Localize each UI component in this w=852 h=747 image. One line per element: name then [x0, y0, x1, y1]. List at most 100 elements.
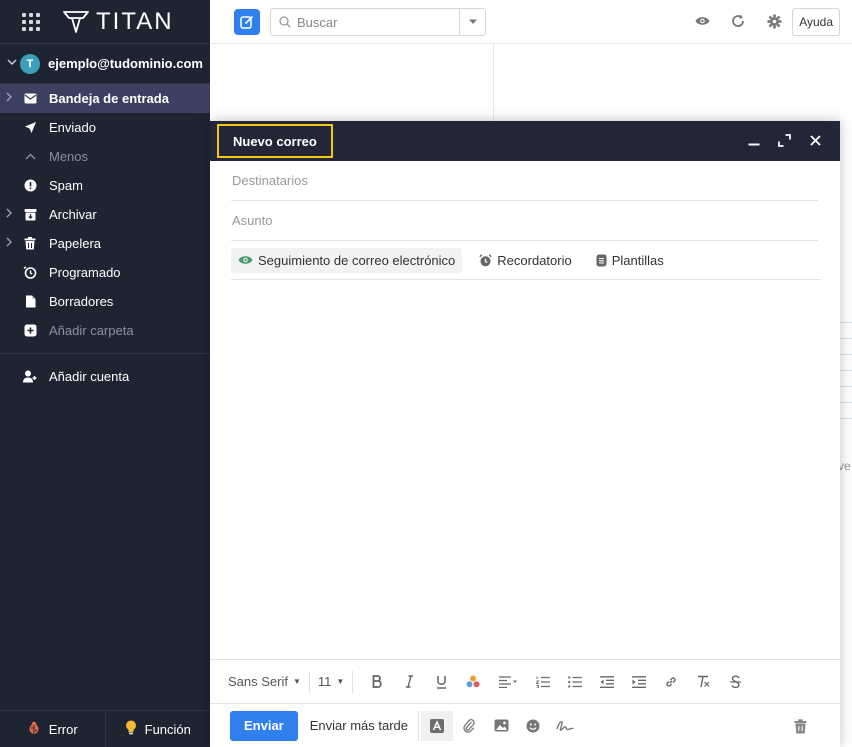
apps-grid-icon[interactable]: [22, 12, 40, 31]
eye-icon: [238, 255, 253, 265]
folder-list: Bandeja de entrada Enviado Menos Spam Ar…: [0, 84, 210, 345]
numbered-list-button[interactable]: [527, 670, 559, 694]
search-options-dropdown[interactable]: [459, 9, 485, 35]
chevron-right-icon[interactable]: [6, 208, 12, 221]
eye-toggle-button[interactable]: [693, 12, 711, 30]
error-label: Error: [48, 721, 78, 737]
caret-down-icon: ▼: [292, 677, 301, 686]
chevron-right-icon[interactable]: [6, 92, 12, 105]
compose-icon: [240, 15, 254, 29]
text-color-button[interactable]: [457, 670, 489, 694]
email-tracking-toggle[interactable]: Seguimiento de correo electrónico: [231, 247, 463, 273]
sidebar-item-spam[interactable]: Spam: [0, 171, 210, 200]
insert-image-button[interactable]: [485, 711, 517, 741]
add-account-button[interactable]: Añadir cuenta: [0, 354, 210, 398]
font-size-select[interactable]: 11 ▼: [318, 674, 344, 689]
reminder-button[interactable]: Recordatorio: [472, 248, 578, 273]
feature-request-button[interactable]: Función: [104, 711, 211, 747]
add-folder-icon: [23, 324, 37, 338]
toolbar-divider: [352, 670, 354, 693]
emoji-icon: [526, 719, 540, 732]
settings-button[interactable]: [765, 12, 783, 30]
sidebar-item-archive[interactable]: Archivar: [0, 200, 210, 229]
send-later-button[interactable]: Enviar más tarde: [310, 718, 408, 733]
insert-link-button[interactable]: [655, 670, 687, 694]
sidebar-item-label: Programado: [49, 265, 121, 280]
discard-button[interactable]: [784, 711, 816, 741]
alarm-clock-icon: [479, 253, 492, 267]
bullet-list-button[interactable]: [559, 670, 591, 694]
chevron-down-icon[interactable]: [6, 58, 18, 69]
sidebar-item-less[interactable]: Menos: [0, 142, 210, 171]
sidebar-item-drafts[interactable]: Borradores: [0, 287, 210, 316]
error-report-button[interactable]: Error: [0, 711, 105, 747]
font-family-select[interactable]: Sans Serif ▼: [228, 674, 301, 689]
sidebar-item-scheduled[interactable]: Programado: [0, 258, 210, 287]
add-user-icon: [23, 369, 37, 383]
align-button[interactable]: [489, 670, 527, 694]
bold-button[interactable]: [361, 670, 393, 694]
outdent-button[interactable]: [591, 670, 623, 694]
indent-button[interactable]: [623, 670, 655, 694]
link-icon: [666, 676, 677, 687]
sidebar-item-inbox[interactable]: Bandeja de entrada: [0, 84, 210, 113]
alert-icon: [23, 179, 37, 193]
align-left-icon: [499, 675, 518, 688]
signature-button[interactable]: [549, 711, 581, 741]
sidebar-item-label: Papelera: [49, 236, 102, 251]
trash-icon: [794, 718, 806, 733]
search-input[interactable]: [297, 14, 457, 30]
paperclip-icon: [463, 719, 475, 733]
subject-field[interactable]: [231, 201, 818, 241]
search-box[interactable]: [270, 8, 486, 36]
clear-formatting-button[interactable]: [687, 670, 719, 694]
caret-down-icon: ▼: [336, 677, 345, 686]
refresh-icon: [732, 14, 744, 27]
caret-down-icon: [468, 19, 477, 24]
email-tracking-label: Seguimiento de correo electrónico: [258, 252, 456, 268]
strikethrough-button[interactable]: [719, 670, 751, 694]
help-button[interactable]: Ayuda: [792, 8, 840, 36]
titan-logo-icon: [63, 10, 89, 33]
templates-button[interactable]: Plantillas: [589, 248, 671, 273]
attach-button[interactable]: [453, 711, 485, 741]
sidebar-item-trash[interactable]: Papelera: [0, 229, 210, 258]
refresh-button[interactable]: [729, 12, 747, 30]
expand-button[interactable]: [776, 132, 792, 148]
underline-icon: [436, 675, 446, 689]
sidebar-item-add-folder[interactable]: Añadir carpeta: [0, 316, 210, 345]
italic-button[interactable]: [393, 670, 425, 694]
emoji-button[interactable]: [517, 711, 549, 741]
minimize-button[interactable]: [746, 132, 762, 148]
eye-icon: [695, 17, 709, 25]
bullet-list-icon: [568, 675, 583, 688]
underline-button[interactable]: [425, 670, 457, 694]
chevron-right-icon[interactable]: [6, 237, 12, 250]
compose-button[interactable]: [234, 9, 260, 35]
compose-options: Seguimiento de correo electrónico Record…: [231, 241, 821, 280]
pane-divider: [493, 44, 494, 124]
lightbulb-icon: [125, 720, 137, 738]
sidebar-item-label: Menos: [49, 149, 89, 164]
envelope-icon: [23, 92, 37, 106]
chevron-up-icon: [23, 150, 37, 164]
close-button[interactable]: [807, 132, 823, 148]
image-icon: [494, 719, 509, 732]
sidebar-item-label: Bandeja de entrada: [49, 91, 169, 106]
draft-icon: [23, 295, 37, 309]
formatting-toggle-button[interactable]: [421, 710, 454, 741]
outdent-icon: [600, 675, 615, 688]
templates-label: Plantillas: [611, 252, 664, 268]
send-button[interactable]: Enviar: [230, 710, 298, 741]
sidebar-item-sent[interactable]: Enviado: [0, 113, 210, 142]
expand-icon: [777, 133, 791, 147]
recipients-field[interactable]: [231, 161, 818, 201]
compose-window: Nuevo correo Seguimiento de correo elect…: [210, 121, 840, 747]
gear-icon: [767, 14, 781, 28]
sidebar-item-label: Archivar: [49, 207, 97, 222]
subject-input[interactable]: [231, 213, 818, 228]
logo-row: TITAN: [0, 0, 210, 44]
account-email: ejemplo@tudominio.com: [48, 56, 203, 71]
recipients-input[interactable]: [231, 173, 818, 188]
account-row[interactable]: T ejemplo@tudominio.com: [0, 44, 210, 84]
